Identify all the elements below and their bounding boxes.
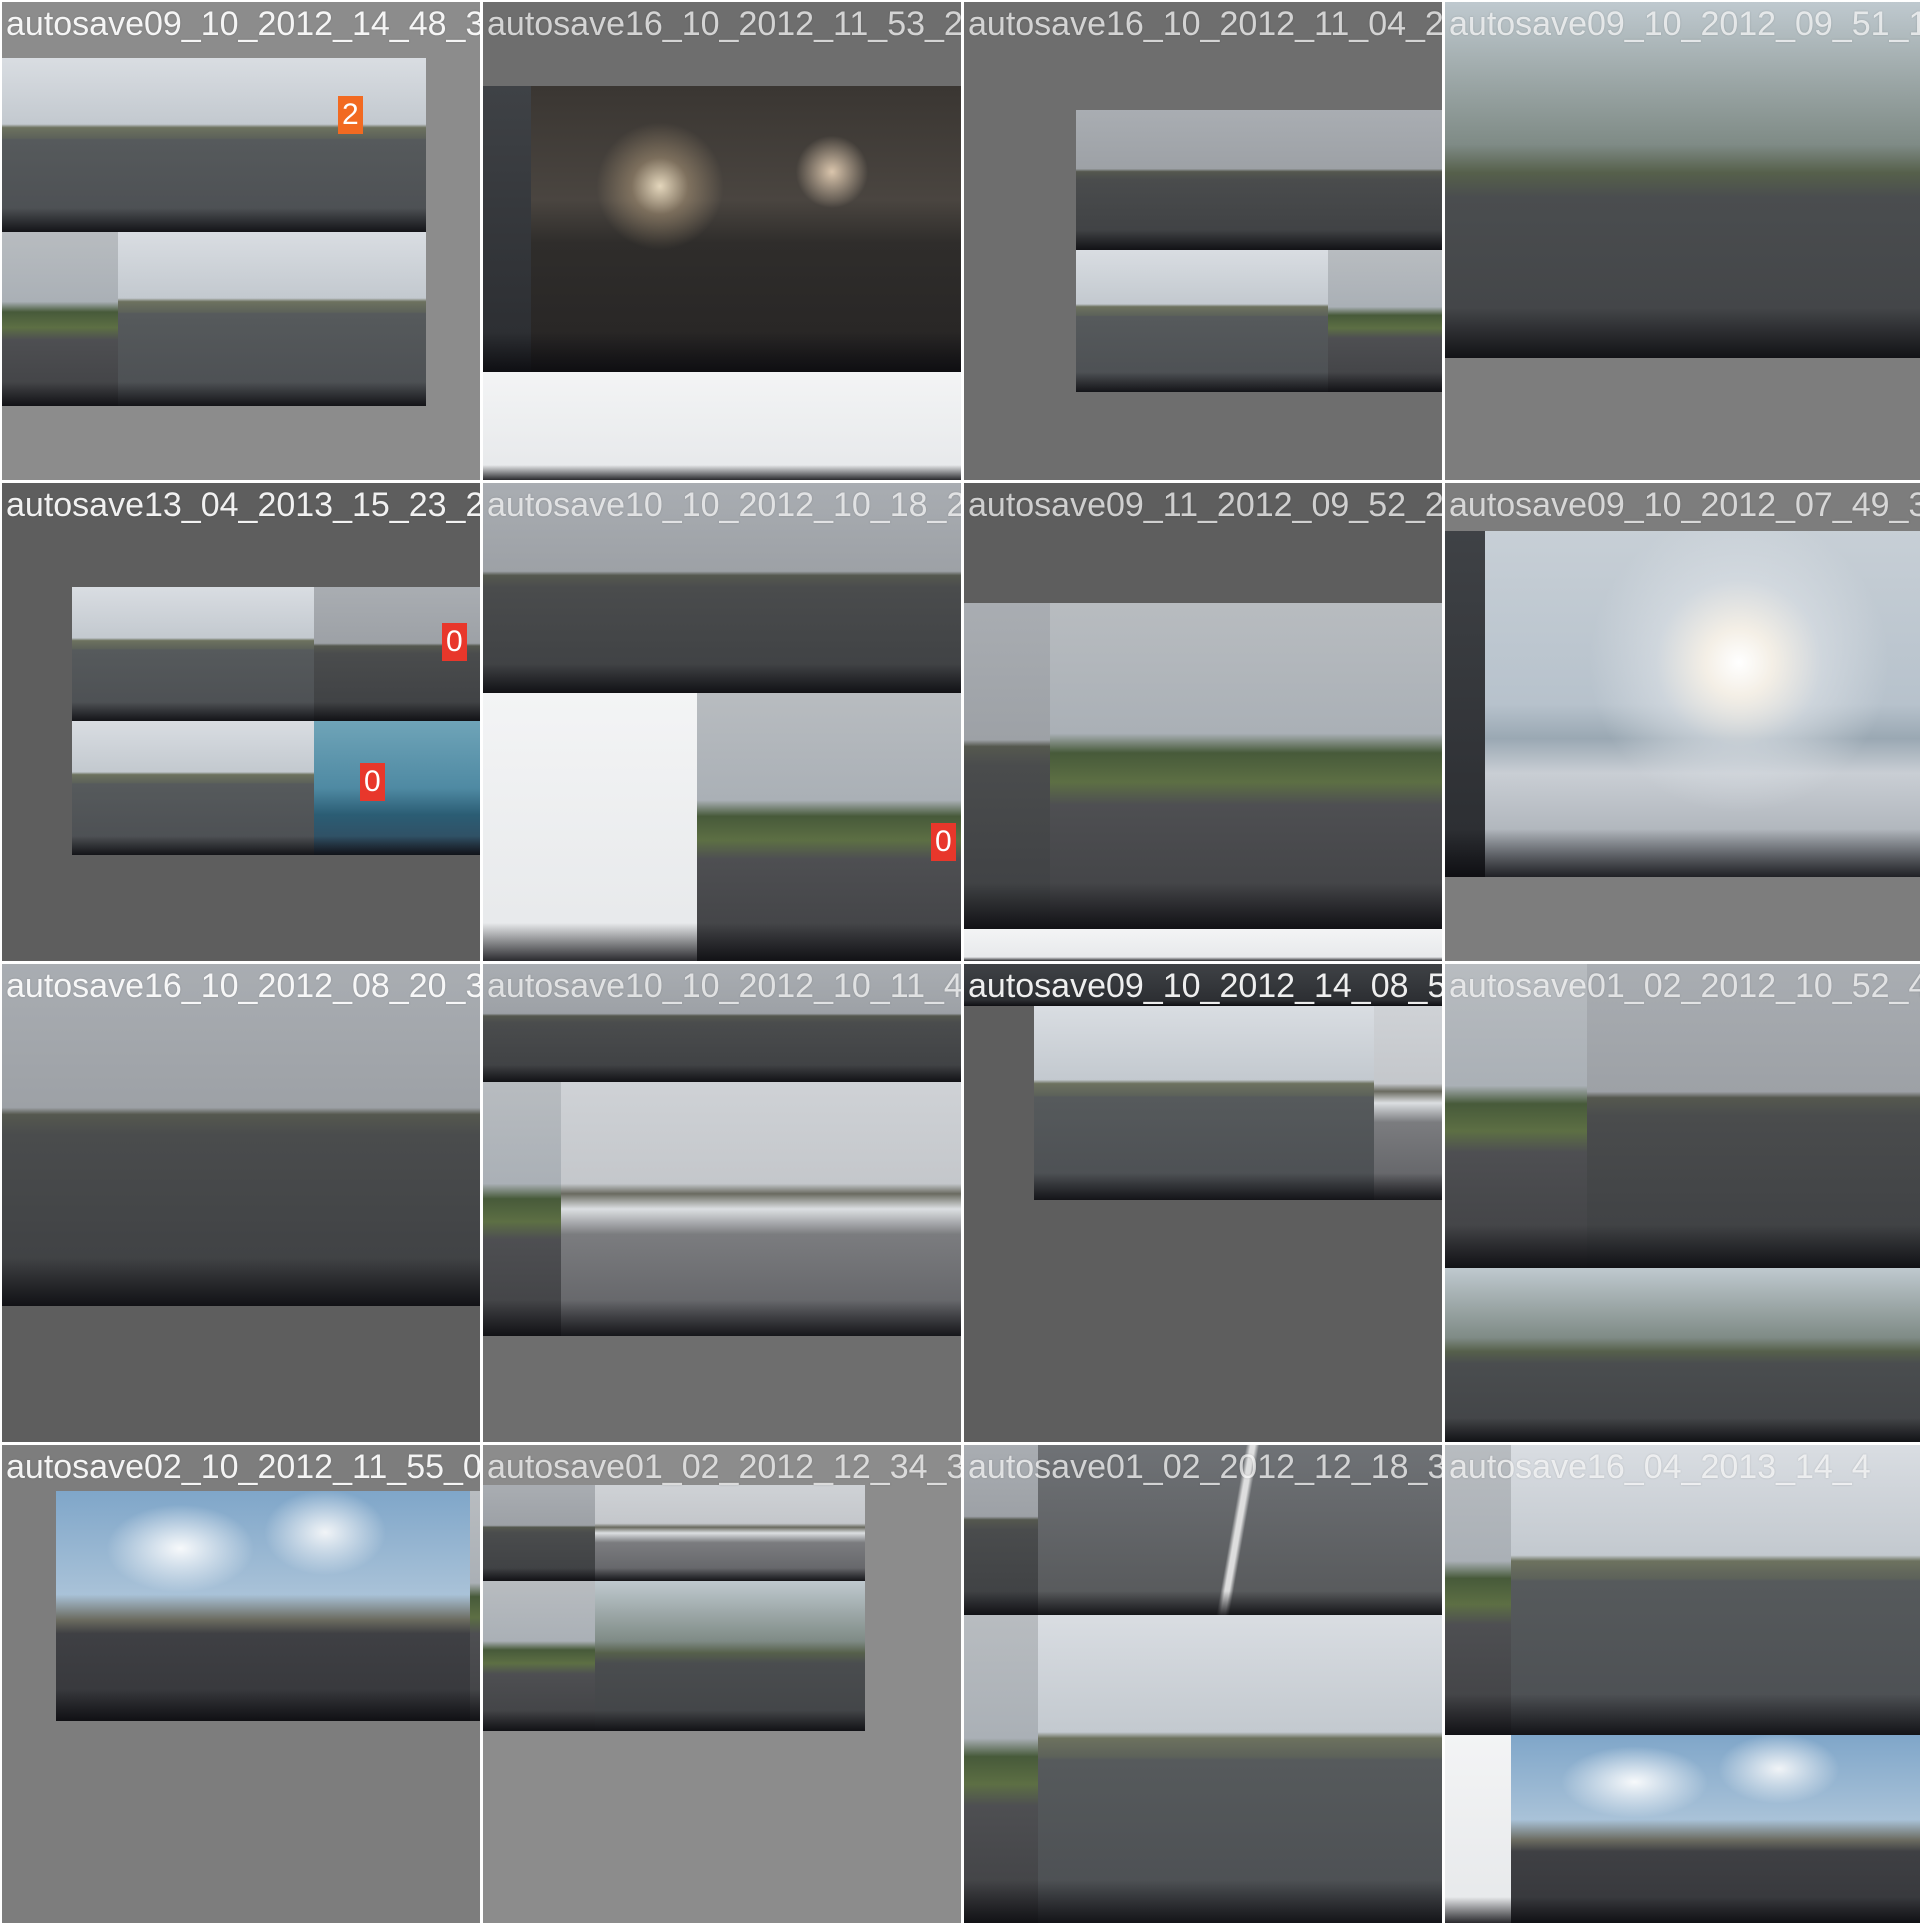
photo-panel [1038,1615,1442,1923]
image-filename: autosave16_10_2012_08_20_30_2.jpg [6,967,480,1005]
photo-panel [1445,1268,1587,1442]
image-filename: autosave16_10_2012_11_04_21_1.jpg [968,5,1442,43]
mosaic-tile: 0 0 autosave13_04_2013_15_23_25_1.jpg [2,483,480,961]
image-filename: autosave09_11_2012_09_52_26_0.jpg [968,486,1442,524]
photo-panel [964,929,1442,961]
photo-panel [314,721,480,855]
photo-panel [561,1082,961,1336]
image-filename: autosave02_10_2012_11_55_00_2.jpg [6,1448,480,1486]
detection-count-badge: 0 [442,623,467,661]
photo-panel [483,1082,561,1336]
mosaic-tile: autosave09_10_2012_14_08_50_1.jpg [964,964,1442,1442]
image-filename: autosave13_04_2013_15_23_25_1.jpg [6,486,480,524]
image-filename: autosave01_02_2012_10_52_41_1.jpg [1449,967,1920,1005]
mosaic-tile: autosave01_02_2012_12_18_36.jpg [964,1445,1442,1923]
photo-panel [483,1485,595,1581]
mosaic-tile: autosave10_10_2012_10_11_40_2.jpg [483,964,961,1442]
photo-panel [595,1485,865,1581]
image-filename: autosave09_10_2012_14_48_31_1.jpg [6,5,480,43]
photo-panel [1445,964,1587,1268]
photo-panel [1445,531,1485,877]
detection-count-badge: 0 [931,823,956,861]
mosaic-tile: autosave09_11_2012_09_52_26_0.jpg [964,483,1442,961]
photo-panel [1374,1006,1442,1200]
photo-panel [483,372,531,480]
photo-panel [1076,110,1328,250]
mosaic-tile: autosave16_10_2012_08_20_30_2.jpg [2,964,480,1442]
photo-panel [56,1491,470,1721]
photo-panel [470,1491,480,1721]
detection-count-badge: 2 [338,96,363,134]
image-mosaic-grid: 2 autosave09_10_2012_14_48_31_1.jpg auto… [0,0,1920,1923]
mosaic-tile: autosave16_04_2013_14_4 [1445,1445,1920,1923]
photo-panel [1511,1445,1920,1735]
photo-panel [2,232,118,406]
photo-panel [1445,2,1920,358]
photo-panel [1050,603,1442,929]
image-filename: autosave09_10_2012_14_08_50_1.jpg [968,967,1442,1005]
photo-panel [1485,531,1920,877]
photo-panel [1511,1735,1920,1923]
mosaic-tile: autosave01_02_2012_10_52_41_1.jpg [1445,964,1920,1442]
mosaic-tile: autosave01_02_2012_12_34_38.jpg [483,1445,961,1923]
mosaic-tile: autosave02_10_2012_11_55_00_2.jpg [2,1445,480,1923]
photo-panel [1328,110,1442,250]
detection-count-badge: 0 [360,763,385,801]
image-filename: autosave09_10_2012_09_51_18_1.jpg [1449,5,1920,43]
photo-panel [118,232,426,406]
mosaic-tile: autosave16_10_2012_11_53_27_1.jpg [483,2,961,480]
photo-panel [72,721,314,855]
photo-panel [697,693,961,961]
image-filename: autosave01_02_2012_12_18_36.jpg [968,1448,1442,1486]
photo-panel [1445,1735,1511,1923]
photo-panel [1034,1006,1374,1200]
mosaic-tile: autosave09_10_2012_07_49_36_1.jpg [1445,483,1920,961]
photo-panel [1076,250,1328,392]
photo-panel [118,58,426,232]
photo-panel [1445,1445,1511,1735]
photo-panel [72,587,314,721]
image-filename: autosave16_10_2012_11_53_27_1.jpg [487,5,961,43]
photo-panel [964,603,1050,929]
photo-panel [1328,250,1442,392]
image-filename: autosave10_10_2012_10_18_26_0.jpg [487,486,961,524]
photo-panel [483,1581,595,1731]
photo-panel [2,58,118,232]
photo-panel [2,964,480,1306]
photo-panel [1587,1268,1920,1442]
image-filename: autosave10_10_2012_10_11_40_2.jpg [487,967,961,1005]
photo-panel [595,1581,865,1731]
mosaic-tile: 0 autosave10_10_2012_10_18_26_0.jpg [483,483,961,961]
mosaic-tile: 2 autosave09_10_2012_14_48_31_1.jpg [2,2,480,480]
image-filename: autosave16_04_2013_14_4 [1449,1448,1871,1486]
photo-panel [531,372,961,480]
photo-panel [483,693,697,961]
mosaic-tile: autosave09_10_2012_09_51_18_1.jpg [1445,2,1920,480]
image-filename: autosave09_10_2012_07_49_36_1.jpg [1449,486,1920,524]
image-filename: autosave01_02_2012_12_34_38.jpg [487,1448,961,1486]
mosaic-tile: autosave16_10_2012_11_04_21_1.jpg [964,2,1442,480]
photo-panel [964,1615,1038,1923]
photo-panel [1587,964,1920,1268]
photo-panel [483,86,531,372]
photo-panel [531,86,961,372]
